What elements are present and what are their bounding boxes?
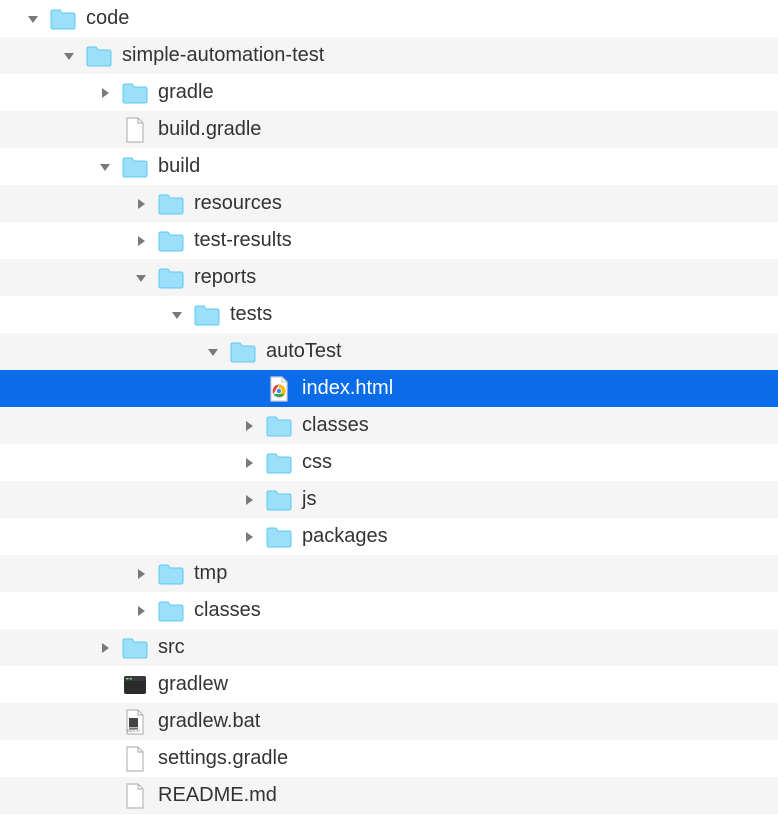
tree-row[interactable]: reports <box>0 259 778 296</box>
tree-item-label: tmp <box>194 562 227 585</box>
folder-icon <box>230 339 256 365</box>
tree-item-label: build <box>158 155 200 178</box>
folder-icon <box>266 487 292 513</box>
disclosure-down-icon[interactable] <box>132 269 150 287</box>
tree-row[interactable]: README.md <box>0 777 778 814</box>
folder-icon <box>158 598 184 624</box>
folder-icon <box>86 43 112 69</box>
disclosure-right-icon[interactable] <box>96 84 114 102</box>
tree-item-label: README.md <box>158 784 277 807</box>
tree-row[interactable]: settings.gradle <box>0 740 778 777</box>
folder-icon <box>122 154 148 180</box>
disclosure-right-icon[interactable] <box>96 639 114 657</box>
tree-row[interactable]: gradle <box>0 74 778 111</box>
tree-row[interactable]: index.html <box>0 370 778 407</box>
folder-icon <box>122 80 148 106</box>
tree-item-label: gradle <box>158 81 214 104</box>
disclosure-down-icon[interactable] <box>96 158 114 176</box>
folder-icon <box>266 524 292 550</box>
tree-item-label: settings.gradle <box>158 747 288 770</box>
disclosure-right-icon[interactable] <box>240 491 258 509</box>
tree-item-label: index.html <box>302 377 393 400</box>
folder-icon <box>50 6 76 32</box>
disclosure-down-icon[interactable] <box>24 10 42 28</box>
tree-item-label: code <box>86 7 129 30</box>
tree-item-label: packages <box>302 525 388 548</box>
disclosure-right-icon[interactable] <box>132 602 150 620</box>
folder-icon <box>158 228 184 254</box>
tree-item-label: classes <box>194 599 261 622</box>
tree-item-label: gradlew <box>158 673 228 696</box>
tree-row[interactable]: css <box>0 444 778 481</box>
tree-item-label: css <box>302 451 332 474</box>
tree-item-label: js <box>302 488 316 511</box>
tree-item-label: resources <box>194 192 282 215</box>
tree-row[interactable]: gradlew <box>0 666 778 703</box>
tree-row[interactable]: src <box>0 629 778 666</box>
disclosure-right-icon[interactable] <box>132 232 150 250</box>
disclosure-down-icon[interactable] <box>168 306 186 324</box>
tree-row[interactable]: classes <box>0 407 778 444</box>
svg-text:BATCH: BATCH <box>127 728 140 732</box>
tree-item-label: test-results <box>194 229 292 252</box>
tree-item-label: build.gradle <box>158 118 261 141</box>
folder-icon <box>122 635 148 661</box>
tree-item-label: tests <box>230 303 272 326</box>
tree-row[interactable]: build <box>0 148 778 185</box>
tree-item-label: src <box>158 636 185 659</box>
html-file-icon <box>266 376 292 402</box>
tree-row[interactable]: build.gradle <box>0 111 778 148</box>
folder-icon <box>158 561 184 587</box>
file-icon <box>122 746 148 772</box>
disclosure-down-icon[interactable] <box>204 343 222 361</box>
tree-item-label: gradlew.bat <box>158 710 260 733</box>
tree-row[interactable]: tests <box>0 296 778 333</box>
disclosure-right-icon[interactable] <box>240 528 258 546</box>
tree-row[interactable]: test-results <box>0 222 778 259</box>
executable-icon <box>122 672 148 698</box>
disclosure-down-icon[interactable] <box>60 47 78 65</box>
disclosure-right-icon[interactable] <box>240 417 258 435</box>
folder-icon <box>158 265 184 291</box>
tree-row[interactable]: packages <box>0 518 778 555</box>
folder-icon <box>158 191 184 217</box>
file-tree: code simple-automation-test gradle build.gr… <box>0 0 778 814</box>
folder-icon <box>266 413 292 439</box>
folder-icon <box>194 302 220 328</box>
disclosure-right-icon[interactable] <box>132 565 150 583</box>
disclosure-right-icon[interactable] <box>132 195 150 213</box>
tree-row[interactable]: resources <box>0 185 778 222</box>
file-icon <box>122 783 148 809</box>
tree-row[interactable]: classes <box>0 592 778 629</box>
tree-item-label: autoTest <box>266 340 342 363</box>
tree-row[interactable]: BATCH gradlew.bat <box>0 703 778 740</box>
tree-row[interactable]: code <box>0 0 778 37</box>
tree-item-label: simple-automation-test <box>122 44 324 67</box>
batch-file-icon: BATCH <box>122 709 148 735</box>
folder-icon <box>266 450 292 476</box>
tree-row[interactable]: simple-automation-test <box>0 37 778 74</box>
tree-row[interactable]: js <box>0 481 778 518</box>
file-icon <box>122 117 148 143</box>
tree-item-label: reports <box>194 266 256 289</box>
tree-row[interactable]: autoTest <box>0 333 778 370</box>
tree-item-label: classes <box>302 414 369 437</box>
tree-row[interactable]: tmp <box>0 555 778 592</box>
disclosure-right-icon[interactable] <box>240 454 258 472</box>
